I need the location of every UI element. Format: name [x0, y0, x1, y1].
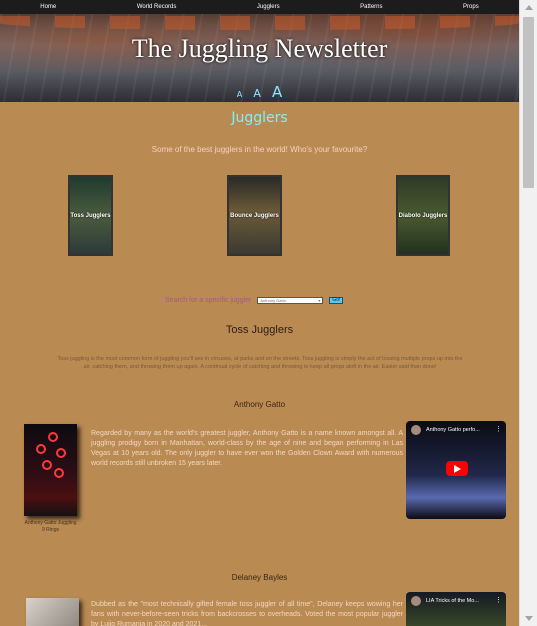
photo-caption: Anthony Gatto Juggling 9 Rings	[24, 520, 77, 533]
category-diabolo-jugglers[interactable]: Diabolo Jugglers	[396, 175, 450, 256]
page: Home World Records Jugglers Patterns Pro…	[0, 0, 519, 626]
nav-jugglers[interactable]: Jugglers	[257, 4, 280, 10]
juggler-name: Anthony Gatto	[233, 400, 286, 409]
font-size-small-button[interactable]: A	[237, 90, 242, 99]
banner-flags	[0, 16, 519, 30]
channel-avatar	[411, 596, 421, 606]
category-label: Diabolo Jugglers	[398, 212, 448, 219]
go-button[interactable]: Go!	[329, 296, 344, 304]
header-banner: The Juggling Newsletter A A A	[0, 14, 519, 102]
category-bounce-jugglers[interactable]: Bounce Jugglers	[227, 175, 282, 256]
video-player[interactable]: Anthony Gatto perfo... ⋮	[406, 421, 506, 519]
category-label: Bounce Jugglers	[230, 212, 279, 219]
channel-avatar	[411, 425, 421, 435]
video-title[interactable]: Anthony Gatto perfo...	[426, 427, 480, 433]
section-title: Jugglers	[231, 110, 288, 126]
section-subtitle: Some of the best jugglers in the world! …	[151, 145, 368, 154]
juggler-select[interactable]: Anthony Gatto ▾	[257, 296, 324, 304]
juggler-bio: Dubbed as the "most technically gifted f…	[91, 601, 403, 626]
scroll-up-arrow-icon[interactable]	[525, 5, 533, 10]
font-size-controls: A A A	[0, 82, 519, 101]
site-title: The Juggling Newsletter	[131, 34, 388, 63]
more-icon[interactable]: ⋮	[495, 596, 502, 604]
juggler-photo	[26, 598, 79, 626]
search-label: Search for a specific juggler	[165, 296, 252, 304]
juggler-bio: Regarded by many as the world's greatest…	[91, 430, 403, 467]
nav-patterns[interactable]: Patterns	[360, 4, 382, 10]
more-icon[interactable]: ⋮	[495, 425, 502, 433]
video-title[interactable]: LIA Tricks of the Mo...	[426, 598, 479, 604]
font-size-medium-button[interactable]: A	[253, 87, 261, 100]
vertical-scrollbar[interactable]	[519, 0, 537, 626]
chevron-down-icon: ▾	[318, 297, 321, 303]
top-nav: Home World Records Jugglers Patterns Pro…	[0, 0, 519, 14]
nav-home[interactable]: Home	[40, 4, 56, 10]
scroll-down-arrow-icon[interactable]	[525, 616, 533, 621]
ring-shape	[54, 468, 64, 478]
category-label: Toss Jugglers	[70, 212, 111, 219]
toss-heading: Toss Jugglers	[225, 324, 294, 336]
toss-description: Toss juggling is the most common form of…	[57, 356, 463, 370]
juggler-search: Search for a specific juggler Anthony Ga…	[165, 295, 344, 305]
ring-shape	[36, 444, 46, 454]
nav-props[interactable]: Props	[463, 4, 479, 10]
ring-shape	[56, 448, 66, 458]
juggler-photo	[24, 424, 77, 516]
play-icon[interactable]	[446, 461, 468, 476]
scrollbar-thumb[interactable]	[523, 17, 534, 188]
video-player[interactable]: LIA Tricks of the Mo... ⋮	[406, 592, 506, 626]
ring-shape	[48, 432, 58, 442]
juggler-select-value: Anthony Gatto	[260, 297, 286, 303]
nav-world-records[interactable]: World Records	[137, 4, 177, 10]
font-size-large-button[interactable]: A	[272, 83, 282, 101]
category-toss-jugglers[interactable]: Toss Jugglers	[68, 175, 113, 256]
juggler-name: Delaney Bayles	[231, 573, 288, 582]
ring-shape	[42, 460, 52, 470]
